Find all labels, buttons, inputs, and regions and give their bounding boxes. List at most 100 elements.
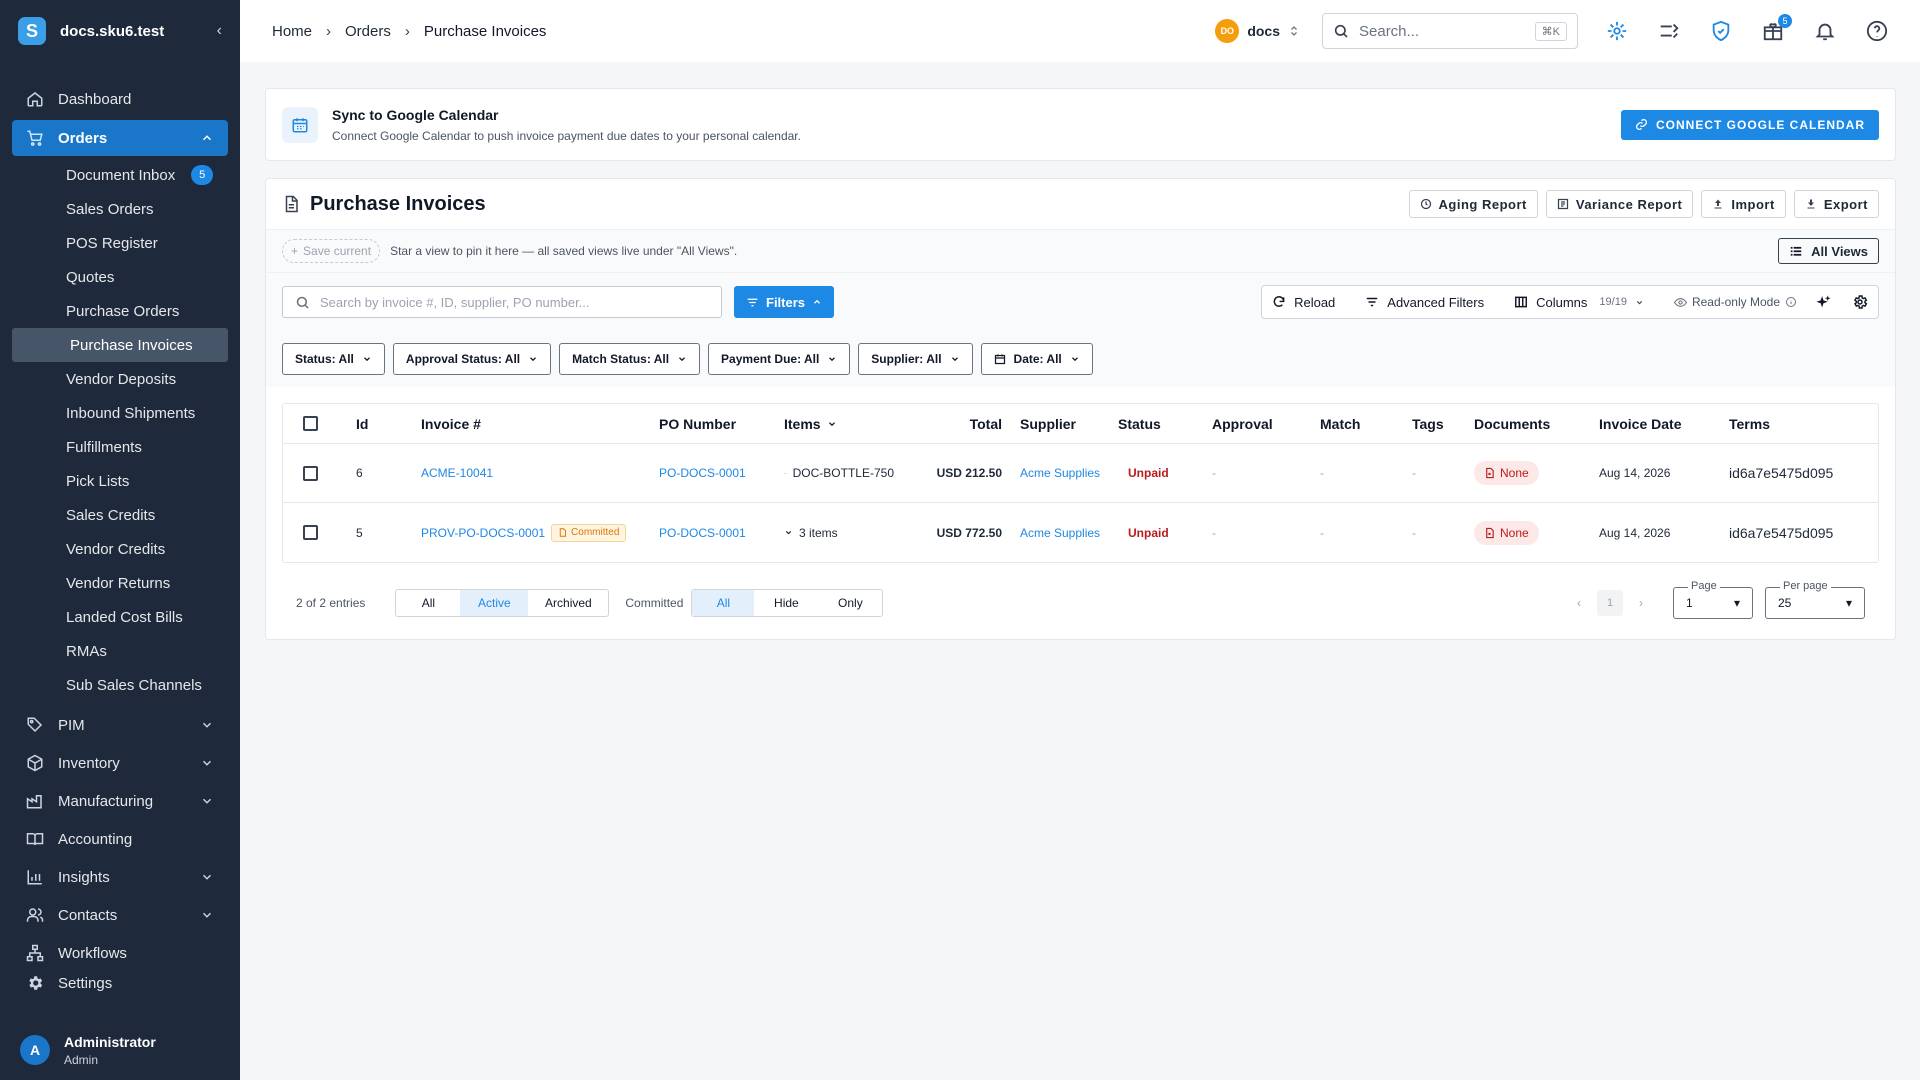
cell-items[interactable]: 3 items <box>784 526 894 540</box>
sidebar-item-pick-lists[interactable]: Pick Lists <box>12 464 228 498</box>
sidebar-item-sub-sales-channels[interactable]: Sub Sales Channels <box>12 668 228 702</box>
sidebar-item-quotes[interactable]: Quotes <box>12 260 228 294</box>
table-row[interactable]: 5 PROV-PO-DOCS-0001 Committed PO-DOCS-000… <box>283 503 1878 562</box>
sidebar-item-orders[interactable]: Orders <box>12 120 228 156</box>
sidebar-item-fulfillments[interactable]: Fulfillments <box>12 430 228 464</box>
compare-icon[interactable] <box>1658 20 1680 42</box>
cell-supplier-link[interactable]: Acme Supplies <box>1002 466 1118 480</box>
breadcrumb-orders[interactable]: Orders <box>345 23 391 40</box>
current-page-number[interactable]: 1 <box>1597 590 1623 616</box>
col-documents[interactable]: Documents <box>1474 416 1599 432</box>
breadcrumb-home[interactable]: Home <box>272 23 312 40</box>
col-status[interactable]: Status <box>1118 416 1212 432</box>
documents-none-badge[interactable]: None <box>1474 520 1539 545</box>
sidebar-item-rmas[interactable]: RMAs <box>12 634 228 668</box>
archive-filter-archived[interactable]: Archived <box>528 590 608 616</box>
aging-report-button[interactable]: Aging Report <box>1408 190 1538 218</box>
col-tags[interactable]: Tags <box>1412 416 1474 432</box>
reload-button[interactable]: Reload <box>1272 295 1335 310</box>
col-terms[interactable]: Terms <box>1729 416 1879 432</box>
gift-icon[interactable]: 5 <box>1762 14 1792 42</box>
per-page-select[interactable]: Per page 25 ▾ <box>1765 580 1865 619</box>
sidebar-item-landed-cost-bills[interactable]: Landed Cost Bills <box>12 600 228 634</box>
bell-icon[interactable] <box>1814 20 1836 42</box>
table-settings-icon[interactable] <box>1852 294 1868 310</box>
cell-po-link[interactable]: PO-DOCS-0001 <box>659 466 784 480</box>
user-profile[interactable]: A Administrator Admin <box>0 1020 240 1080</box>
approval-status-filter-chip[interactable]: Approval Status: All <box>392 343 552 375</box>
select-all-checkbox[interactable] <box>303 416 318 431</box>
cell-invoice-link[interactable]: PROV-PO-DOCS-0001 <box>421 526 545 540</box>
page-select[interactable]: Page 1 ▾ <box>1673 580 1753 619</box>
import-button[interactable]: Import <box>1701 190 1786 218</box>
sidebar-item-vendor-credits[interactable]: Vendor Credits <box>12 532 228 566</box>
table-row[interactable]: 6 ACME-10041 PO-DOCS-0001 DOC-BOTTLE-750… <box>283 444 1878 503</box>
committed-filter-all[interactable]: All <box>692 590 755 616</box>
cell-invoice-link[interactable]: ACME-10041 <box>421 466 659 480</box>
cell-documents: None <box>1474 461 1599 485</box>
columns-button[interactable]: Columns 19/19 <box>1514 295 1644 310</box>
collapse-sidebar-icon[interactable]: ‹ <box>217 22 222 40</box>
global-search[interactable]: Search... ⌘K <box>1322 13 1578 49</box>
cell-supplier-link[interactable]: Acme Supplies <box>1002 526 1118 540</box>
advanced-filters-button[interactable]: Advanced Filters <box>1365 295 1484 310</box>
archive-filter-all[interactable]: All <box>396 590 460 616</box>
next-page-icon[interactable]: › <box>1639 596 1643 610</box>
sidebar-item-inventory[interactable]: Inventory <box>12 744 228 782</box>
sidebar-item-pos-register[interactable]: POS Register <box>12 226 228 260</box>
variance-report-button[interactable]: Variance Report <box>1545 190 1694 218</box>
ai-assistant-icon[interactable] <box>1606 20 1628 42</box>
read-only-mode-toggle[interactable]: Read-only Mode <box>1673 295 1797 309</box>
shield-icon[interactable] <box>1710 20 1732 42</box>
prev-page-icon[interactable]: ‹ <box>1577 596 1581 610</box>
sidebar-item-inbound-shipments[interactable]: Inbound Shipments <box>12 396 228 430</box>
cell-items[interactable]: DOC-BOTTLE-750 <box>784 466 894 480</box>
sidebar-item-vendor-returns[interactable]: Vendor Returns <box>12 566 228 600</box>
connect-google-calendar-button[interactable]: CONNECT GOOGLE CALENDAR <box>1621 109 1879 140</box>
sidebar-item-contacts[interactable]: Contacts <box>12 896 228 934</box>
invoice-search-input[interactable]: Search by invoice #, ID, supplier, PO nu… <box>282 286 722 318</box>
sidebar-item-sales-credits[interactable]: Sales Credits <box>12 498 228 532</box>
sidebar-item-document-inbox[interactable]: Document Inbox 5 <box>12 158 228 192</box>
cell-po-link[interactable]: PO-DOCS-0001 <box>659 526 784 540</box>
col-match[interactable]: Match <box>1320 416 1412 432</box>
payment-due-filter-chip[interactable]: Payment Due: All <box>708 343 851 375</box>
sidebar-item-insights[interactable]: Insights <box>12 858 228 896</box>
org-switcher[interactable]: DO docs <box>1215 19 1300 43</box>
sidebar-item-purchase-orders[interactable]: Purchase Orders <box>12 294 228 328</box>
supplier-filter-chip[interactable]: Supplier: All <box>858 343 973 375</box>
match-status-filter-chip[interactable]: Match Status: All <box>559 343 701 375</box>
row-checkbox[interactable] <box>303 525 318 540</box>
filters-button[interactable]: Filters <box>734 286 835 318</box>
sidebar-item-accounting[interactable]: Accounting <box>12 820 228 858</box>
all-views-button[interactable]: All Views <box>1778 238 1879 264</box>
date-filter-chip[interactable]: Date: All <box>980 343 1093 375</box>
status-filter-chip[interactable]: Status: All <box>282 343 385 375</box>
col-invoice-date[interactable]: Invoice Date <box>1599 416 1729 432</box>
app-logo[interactable]: S <box>18 17 46 45</box>
sidebar-item-purchase-invoices[interactable]: Purchase Invoices <box>12 328 228 362</box>
committed-filter-only[interactable]: Only <box>818 590 882 616</box>
row-checkbox[interactable] <box>303 465 318 481</box>
ai-sparkle-icon[interactable] <box>1815 294 1832 311</box>
save-current-view-button[interactable]: + Save current <box>282 239 381 263</box>
col-items[interactable]: Items <box>784 416 894 432</box>
col-invoice[interactable]: Invoice # <box>421 416 659 432</box>
cell-approval: - <box>1212 525 1216 540</box>
sidebar-item-settings[interactable]: Settings <box>12 966 228 1000</box>
col-id[interactable]: Id <box>356 416 421 432</box>
archive-filter-active[interactable]: Active <box>460 590 529 616</box>
sidebar-item-pim[interactable]: PIM <box>12 706 228 744</box>
sidebar-item-dashboard[interactable]: Dashboard <box>12 82 228 116</box>
documents-none-badge[interactable]: None <box>1474 461 1539 485</box>
col-approval[interactable]: Approval <box>1212 416 1320 432</box>
sidebar-item-vendor-deposits[interactable]: Vendor Deposits <box>12 362 228 396</box>
col-total[interactable]: Total <box>894 416 1002 432</box>
help-icon[interactable] <box>1866 20 1888 42</box>
col-po-number[interactable]: PO Number <box>659 416 784 432</box>
export-button[interactable]: Export <box>1793 190 1879 218</box>
sidebar-item-sales-orders[interactable]: Sales Orders <box>12 192 228 226</box>
sidebar-item-manufacturing[interactable]: Manufacturing <box>12 782 228 820</box>
col-supplier[interactable]: Supplier <box>1002 416 1118 432</box>
committed-filter-hide[interactable]: Hide <box>754 590 818 616</box>
